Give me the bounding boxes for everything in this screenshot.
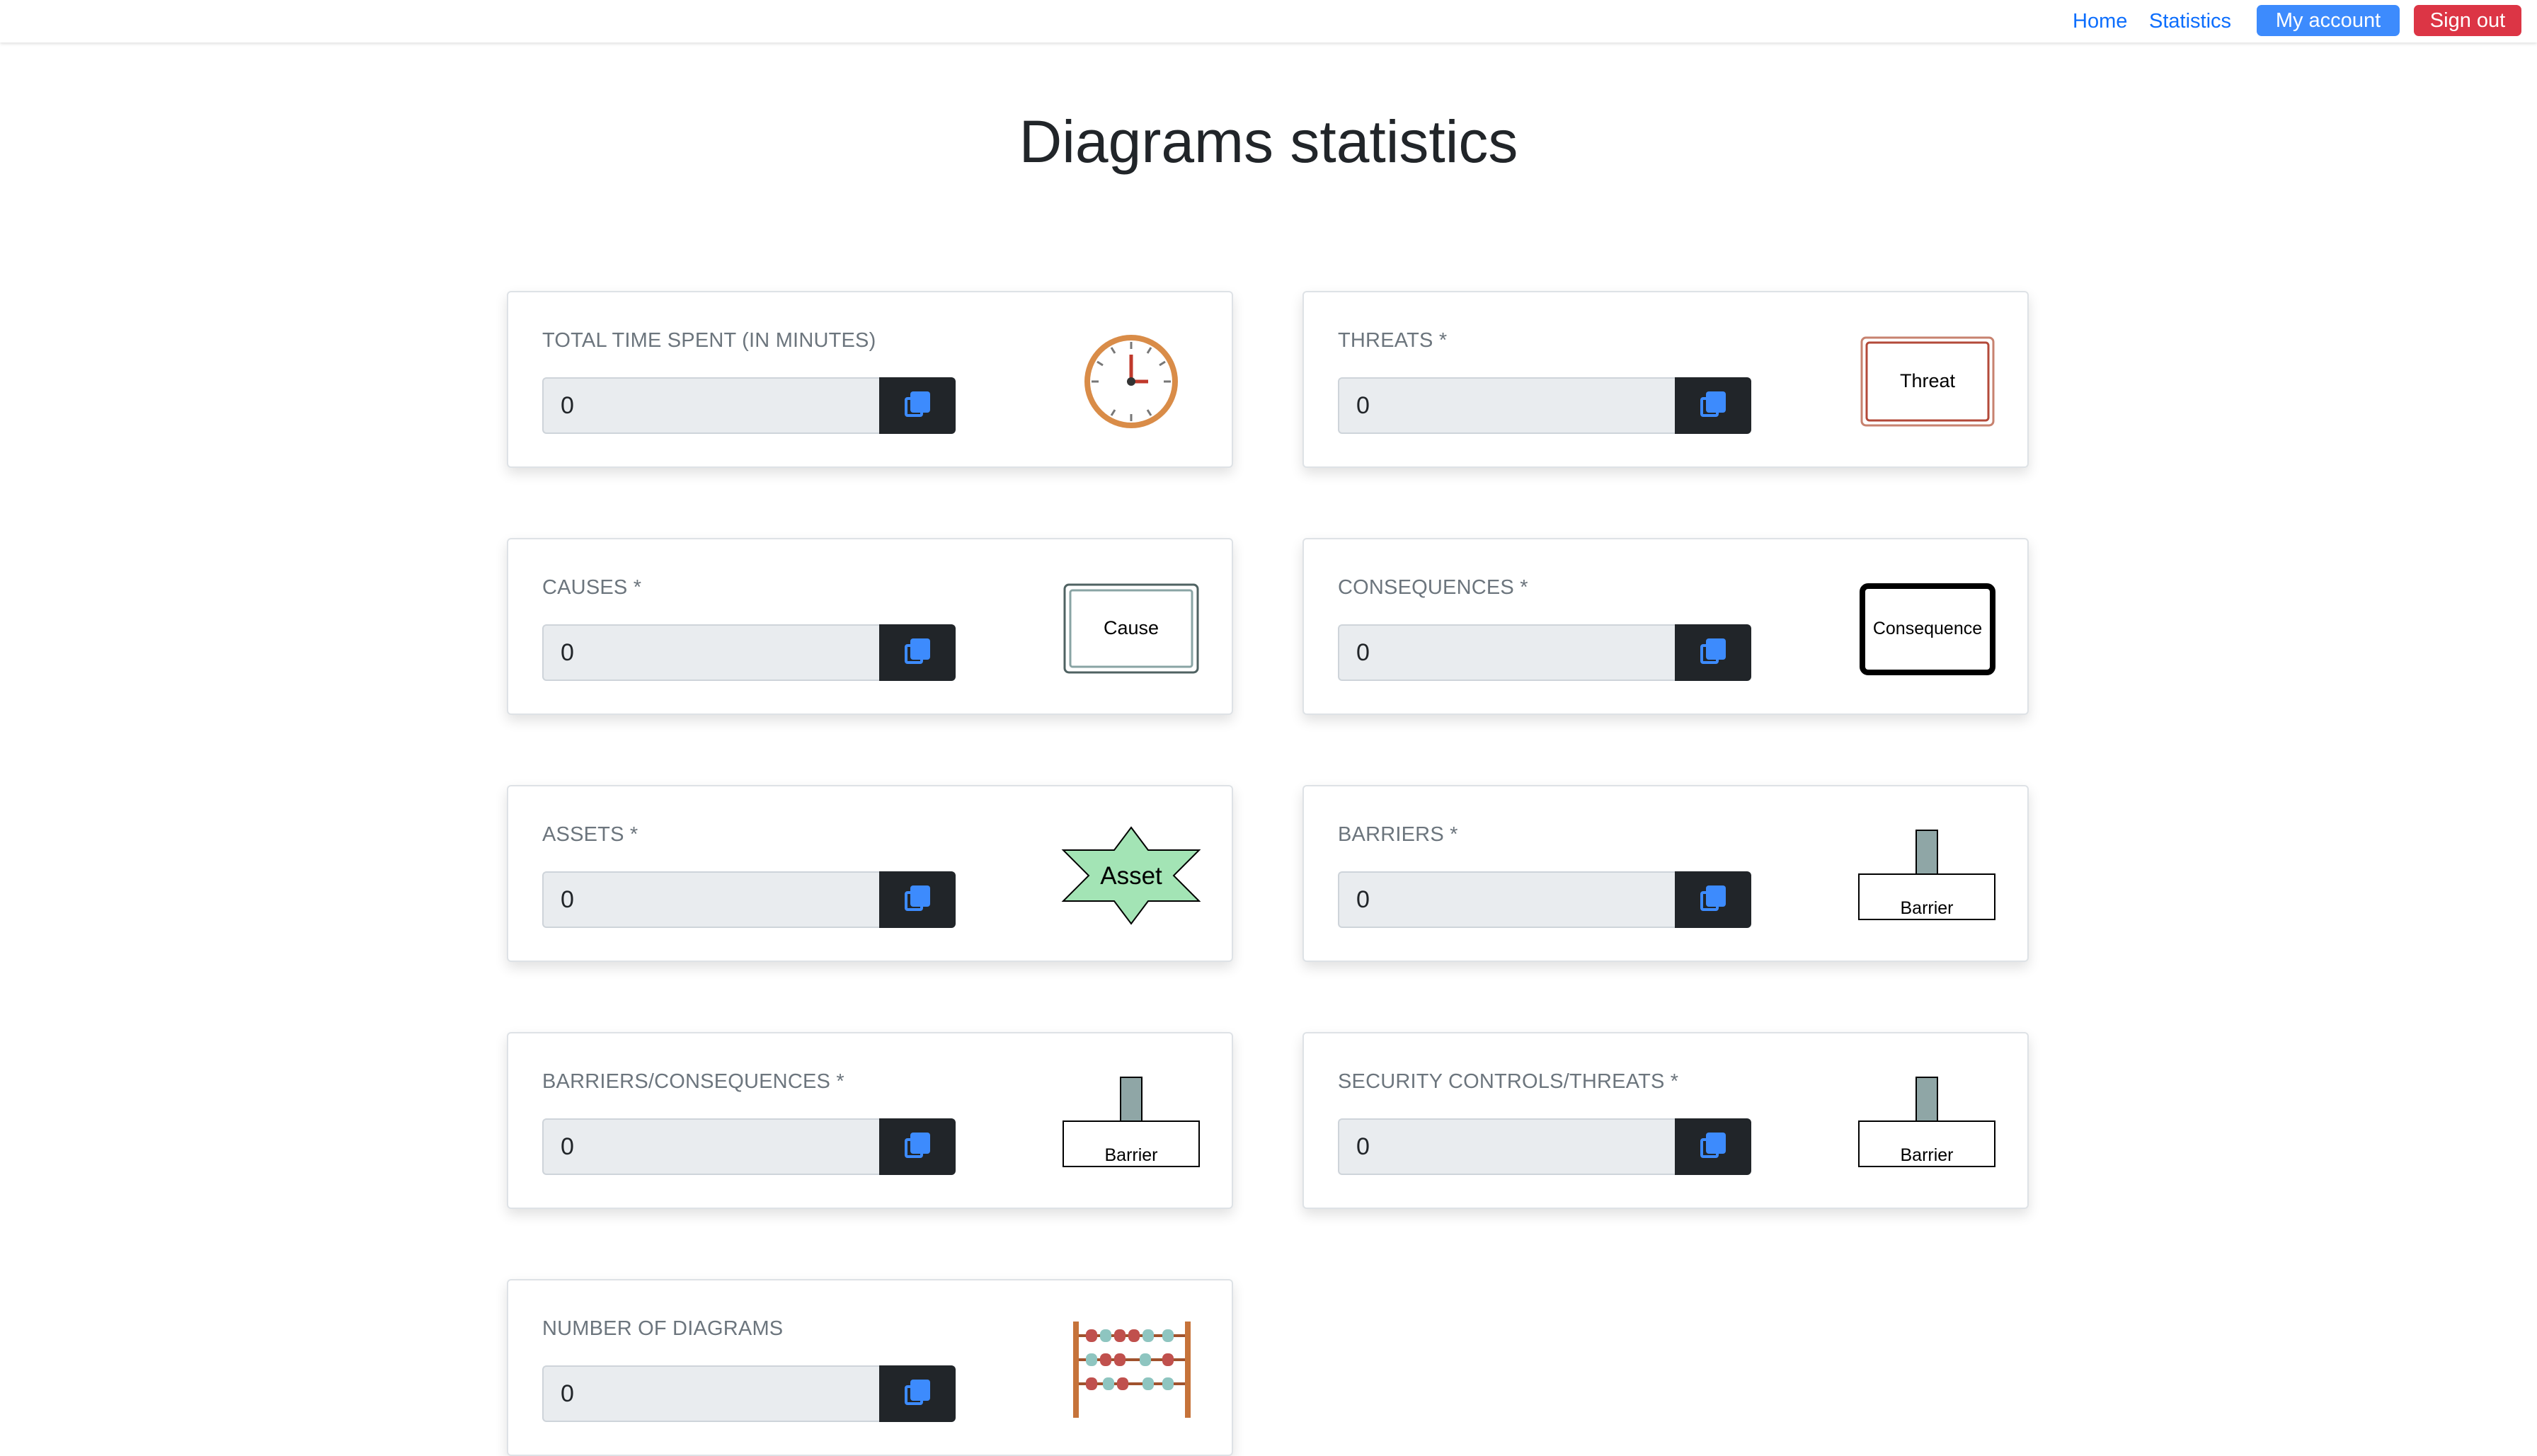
stat-card-security-controls-threats: SECURITY CONTROLS/THREATS * 0 Barrier — [1302, 1032, 2029, 1209]
stat-value-field[interactable]: 0 — [1338, 377, 1675, 434]
svg-text:Barrier: Barrier — [1104, 1145, 1157, 1165]
stat-label: BARRIERS/CONSEQUENCES * — [542, 1070, 844, 1093]
stat-card-causes: CAUSES * 0 Cause — [507, 538, 1233, 715]
stat-label: TOTAL TIME SPENT (IN MINUTES) — [542, 329, 876, 352]
cause-icon: Cause — [1060, 579, 1202, 678]
copy-button[interactable] — [879, 624, 956, 681]
stat-card-consequences: CONSEQUENCES * 0 Consequence — [1302, 538, 2029, 715]
copy-button[interactable] — [879, 1365, 956, 1422]
stat-value-field[interactable]: 0 — [542, 624, 879, 681]
page-title: Diagrams statistics — [1019, 108, 1518, 175]
clock-icon — [1060, 332, 1202, 431]
stat-card-assets: ASSETS * 0 Asset — [507, 785, 1233, 962]
stat-label: CAUSES * — [542, 576, 642, 599]
svg-text:Barrier: Barrier — [1900, 898, 1953, 918]
svg-text:Asset: Asset — [1100, 862, 1162, 890]
stat-card-barriers-consequences: BARRIERS/CONSEQUENCES * 0 Barrier — [507, 1032, 1233, 1209]
barrier-icon: Barrier — [1856, 1073, 1998, 1172]
stat-card-barriers: BARRIERS * 0 Barrier — [1302, 785, 2029, 962]
barrier-icon: Barrier — [1060, 1073, 1202, 1172]
copy-button[interactable] — [1675, 624, 1751, 681]
stat-value-field[interactable]: 0 — [542, 377, 879, 434]
stat-value-field[interactable]: 0 — [1338, 624, 1675, 681]
threat-icon: Threat — [1856, 332, 1998, 431]
stat-value-field[interactable]: 0 — [1338, 871, 1675, 928]
copy-button[interactable] — [879, 871, 956, 928]
stat-label: BARRIERS * — [1338, 823, 1458, 846]
stat-value-field[interactable]: 0 — [542, 1365, 879, 1422]
stat-label: ASSETS * — [542, 823, 638, 846]
my-account-button[interactable]: My account — [2257, 5, 2400, 36]
consequence-icon: Consequence — [1856, 579, 1998, 678]
copy-button[interactable] — [1675, 377, 1751, 434]
copy-button[interactable] — [1675, 871, 1751, 928]
svg-text:Cause: Cause — [1104, 617, 1159, 638]
stat-card-threats: THREATS * 0 Threat — [1302, 291, 2029, 468]
stat-value-field[interactable]: 0 — [542, 871, 879, 928]
stat-label: CONSEQUENCES * — [1338, 576, 1528, 599]
svg-text:Threat: Threat — [1900, 370, 1956, 391]
svg-text:Barrier: Barrier — [1900, 1145, 1953, 1165]
asset-icon: Asset — [1060, 826, 1202, 925]
nav-statistics-link[interactable]: Statistics — [2149, 8, 2231, 34]
stat-value-field[interactable]: 0 — [542, 1118, 879, 1175]
stat-label: SECURITY CONTROLS/THREATS * — [1338, 1070, 1679, 1093]
stat-label: THREATS * — [1338, 329, 1448, 352]
stat-label: NUMBER OF DIAGRAMS — [542, 1317, 784, 1340]
svg-text:Consequence: Consequence — [1873, 619, 1982, 638]
copy-button[interactable] — [1675, 1118, 1751, 1175]
stat-card-total-time: TOTAL TIME SPENT (IN MINUTES) 0 — [507, 291, 1233, 468]
abacus-icon — [1060, 1320, 1202, 1419]
top-navbar: Home Statistics My account Sign out — [0, 0, 2537, 42]
copy-button[interactable] — [879, 377, 956, 434]
barrier-icon: Barrier — [1856, 826, 1998, 925]
stat-value-field[interactable]: 0 — [1338, 1118, 1675, 1175]
sign-out-button[interactable]: Sign out — [2414, 5, 2521, 36]
nav-home-link[interactable]: Home — [2073, 8, 2127, 34]
copy-button[interactable] — [879, 1118, 956, 1175]
stat-card-number-of-diagrams: NUMBER OF DIAGRAMS 0 — [507, 1279, 1233, 1456]
